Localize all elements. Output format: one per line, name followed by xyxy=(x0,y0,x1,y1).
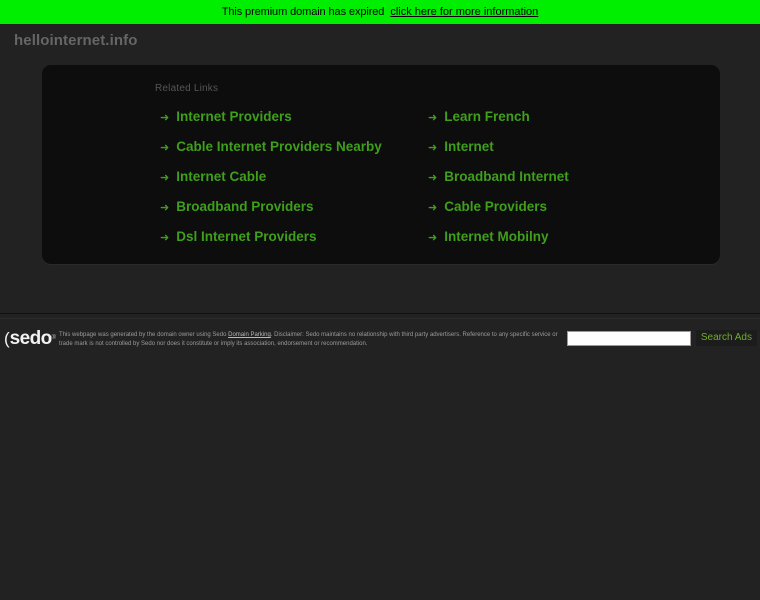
related-link-label: Internet Mobilny xyxy=(444,229,549,244)
domain-parking-link[interactable]: Domain Parking xyxy=(228,332,271,338)
search-input[interactable] xyxy=(566,330,691,346)
registered-trademark-icon: ® xyxy=(51,335,57,341)
related-link-broadband-internet[interactable]: ➜ Broadband Internet xyxy=(428,170,720,184)
related-link-label: Learn French xyxy=(444,109,530,124)
related-link-internet-cable[interactable]: ➜ Internet Cable xyxy=(160,170,428,184)
related-link-learn-french[interactable]: ➜ Learn French xyxy=(428,110,720,124)
related-link-label: Internet Cable xyxy=(176,169,267,184)
footer-disclaimer: This webpage was generated by the domain… xyxy=(56,326,567,349)
related-link-broadband-providers[interactable]: ➜ Broadband Providers xyxy=(160,200,428,214)
arrow-right-icon: ➜ xyxy=(160,202,170,214)
footer-divider-bottom xyxy=(0,318,760,319)
panel-wrapper: Related Links ➜ Internet Providers ➜ Lea… xyxy=(0,57,760,264)
related-link-label: Dsl Internet Providers xyxy=(176,229,317,244)
related-link-internet[interactable]: ➜ Internet xyxy=(428,140,720,154)
domain-header: hellointernet.info xyxy=(0,24,760,57)
arrow-right-icon: ➜ xyxy=(160,232,170,244)
related-link-label: Broadband Internet xyxy=(444,169,569,184)
footer: (sedo ® This webpage was generated by the… xyxy=(0,322,760,358)
related-link-internet-mobilny[interactable]: ➜ Internet Mobilny xyxy=(428,230,720,244)
sedo-logo-text: sedo xyxy=(9,327,53,349)
search-ads-button[interactable]: Search Ads xyxy=(695,330,757,346)
expiry-message: This premium domain has expired xyxy=(221,5,385,18)
related-links-heading: Related Links xyxy=(155,83,219,94)
domain-expiry-banner: This premium domain has expired click he… xyxy=(0,0,760,24)
disclaimer-text-part1: This webpage was generated by the domain… xyxy=(59,332,229,338)
related-link-label: Broadband Providers xyxy=(176,199,314,214)
arrow-right-icon: ➜ xyxy=(160,142,170,154)
related-link-cable-providers[interactable]: ➜ Cable Providers xyxy=(428,200,720,214)
related-links-grid: ➜ Internet Providers ➜ Learn French ➜ Ca… xyxy=(42,110,720,244)
related-link-label: Internet Providers xyxy=(176,109,292,124)
page-title: hellointernet.info xyxy=(14,32,138,49)
related-link-label: Cable Internet Providers Nearby xyxy=(176,139,382,154)
sedo-logo: (sedo ® xyxy=(0,327,57,349)
related-link-label: Cable Providers xyxy=(444,199,548,214)
related-link-dsl-internet-providers[interactable]: ➜ Dsl Internet Providers xyxy=(160,230,428,244)
arrow-right-icon: ➜ xyxy=(428,202,438,214)
related-link-internet-providers[interactable]: ➜ Internet Providers xyxy=(160,110,428,124)
arrow-right-icon: ➜ xyxy=(428,112,438,124)
related-link-cable-internet-providers-nearby[interactable]: ➜ Cable Internet Providers Nearby xyxy=(160,140,428,154)
related-links-panel: Related Links ➜ Internet Providers ➜ Lea… xyxy=(42,65,720,264)
footer-divider-top xyxy=(0,313,760,314)
arrow-right-icon: ➜ xyxy=(160,172,170,184)
arrow-right-icon: ➜ xyxy=(428,232,438,244)
sedo-logo-paren: ( xyxy=(4,329,10,348)
arrow-right-icon: ➜ xyxy=(428,172,438,184)
arrow-right-icon: ➜ xyxy=(160,112,170,124)
related-link-label: Internet xyxy=(444,139,494,154)
search-ads-area: Search Ads xyxy=(566,326,760,346)
arrow-right-icon: ➜ xyxy=(428,142,438,154)
more-information-link[interactable]: click here for more information xyxy=(390,6,538,18)
